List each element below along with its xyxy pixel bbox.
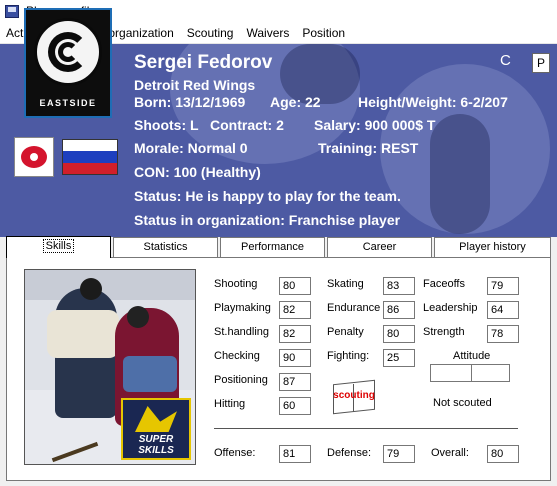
hitting-label: Hitting xyxy=(214,398,246,410)
strength-value: 78 xyxy=(487,325,519,343)
super-skills-badge-text: SUPER SKILLS xyxy=(138,434,174,456)
fighting-label: Fighting: xyxy=(327,350,370,362)
overall-label: Overall: xyxy=(431,447,469,459)
defense-label: Defense: xyxy=(327,447,372,459)
strength-label: Strength xyxy=(423,326,465,338)
attitude-field xyxy=(430,364,510,382)
tab-performance[interactable]: Performance xyxy=(220,237,325,257)
penalty-value: 80 xyxy=(383,325,415,343)
player-org-status: Status in organization: Franchise player xyxy=(134,212,401,228)
scouting-button-label: scouting xyxy=(333,390,375,401)
flag-stripe-red xyxy=(63,162,117,174)
player-photo: SUPER SKILLS xyxy=(24,269,196,465)
hitting-value: 60 xyxy=(279,397,311,415)
playmaking-label: Playmaking xyxy=(214,302,271,314)
shooting-label: Shooting xyxy=(214,278,258,290)
red-wings-logo-icon xyxy=(14,137,54,177)
tab-skills[interactable]: Skills xyxy=(6,236,111,258)
playmaking-value: 82 xyxy=(279,301,311,319)
background-photo-shape xyxy=(430,114,490,234)
overall-value: 80 xyxy=(487,445,519,463)
faceoffs-label: Faceoffs xyxy=(423,278,465,290)
offense-label: Offense: xyxy=(214,447,256,459)
tab-player-history[interactable]: Player history xyxy=(434,237,551,257)
flag-stripe-white xyxy=(63,140,117,152)
positioning-value: 87 xyxy=(279,373,311,391)
tab-skills-label: Skills xyxy=(42,239,75,253)
player-contract: Contract: 2 xyxy=(210,117,284,133)
offense-value: 81 xyxy=(279,445,311,463)
player-training: Training: REST xyxy=(318,140,419,156)
leadership-value: 64 xyxy=(487,301,519,319)
sthandling-label: St.handling xyxy=(214,326,270,338)
player-salary: Salary: 900 000$ T xyxy=(314,117,436,133)
checking-value: 90 xyxy=(279,349,311,367)
fighting-value: 25 xyxy=(383,349,415,367)
player-age: Age: 22 xyxy=(270,94,321,110)
player-shoots: Shoots: L xyxy=(134,117,199,133)
endurance-value: 86 xyxy=(383,301,415,319)
player-name: Sergei Fedorov xyxy=(134,52,273,73)
attitude-label: Attitude xyxy=(453,350,491,362)
super-skills-badge-icon: SUPER SKILLS xyxy=(121,398,191,460)
not-scouted-text: Not scouted xyxy=(433,397,492,409)
tab-statistics[interactable]: Statistics xyxy=(113,237,218,257)
menu-waivers[interactable]: Waivers xyxy=(240,22,296,44)
penalty-label: Penalty xyxy=(327,326,364,338)
player-status: Status: He is happy to play for the team… xyxy=(134,188,401,204)
flag-stripe-blue xyxy=(63,151,117,163)
team-logo-text: EASTSIDE xyxy=(39,98,97,108)
ratings-separator xyxy=(214,428,518,429)
checking-label: Checking xyxy=(214,350,260,362)
c-button[interactable]: C xyxy=(500,52,511,69)
tab-career[interactable]: Career xyxy=(327,237,432,257)
player-born: Born: 13/12/1969 xyxy=(134,94,246,110)
player-condition: CON: 100 (Healthy) xyxy=(134,164,261,180)
sthandling-value: 82 xyxy=(279,325,311,343)
player-morale: Morale: Normal 0 xyxy=(134,140,248,156)
positioning-label: Positioning xyxy=(214,374,268,386)
faceoffs-value: 79 xyxy=(487,277,519,295)
leadership-label: Leadership xyxy=(423,302,478,314)
app-icon xyxy=(4,3,20,19)
menu-position[interactable]: Position xyxy=(296,22,352,44)
player-height-weight: Height/Weight: 6-2/207 xyxy=(358,94,508,110)
endurance-label: Endurance xyxy=(327,302,381,314)
menu-scouting[interactable]: Scouting xyxy=(181,22,241,44)
skills-panel: SUPER SKILLS Shooting 80 Playmaking 82 S… xyxy=(6,257,551,481)
p-button[interactable]: P xyxy=(532,53,550,73)
player-team: Detroit Red Wings xyxy=(134,77,256,93)
skating-value: 83 xyxy=(383,277,415,295)
shooting-value: 80 xyxy=(279,277,311,295)
russia-flag-icon xyxy=(62,139,118,175)
team-logo: EASTSIDE xyxy=(24,8,112,118)
scouting-button[interactable]: scouting xyxy=(329,379,379,418)
defense-value: 79 xyxy=(383,445,415,463)
skating-label: Skating xyxy=(327,278,364,290)
tab-bar: Skills Statistics Performance Career Pla… xyxy=(6,236,551,258)
